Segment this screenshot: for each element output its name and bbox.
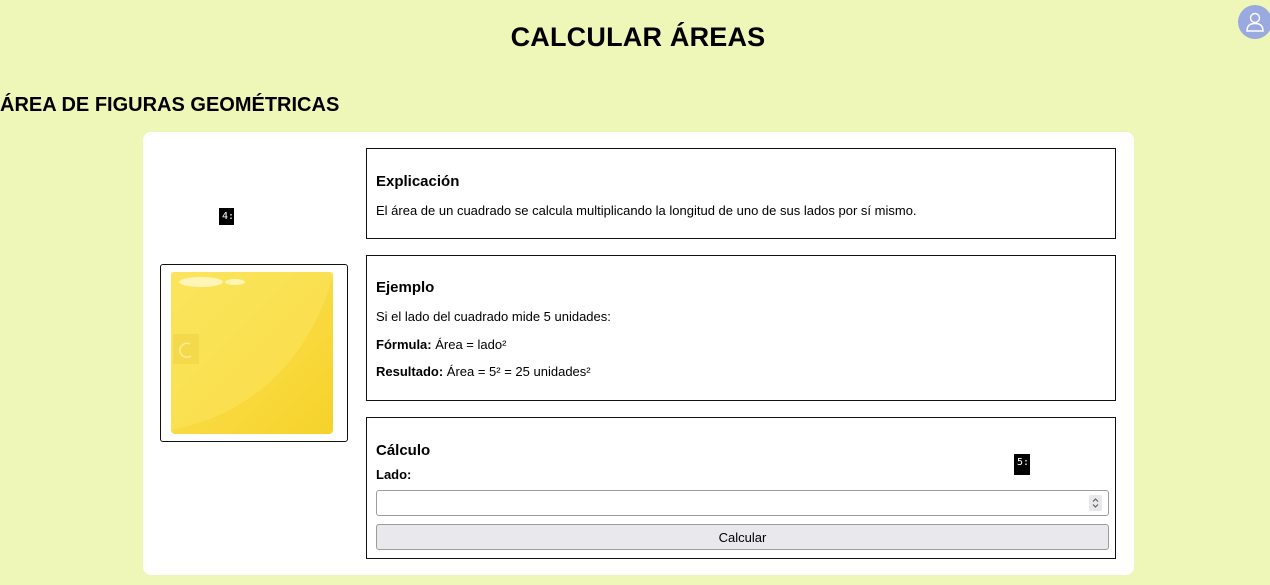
example-formula: Fórmula: Área = lado²	[376, 337, 506, 352]
example-result: Resultado: Área = 5² = 25 unidades²	[376, 364, 591, 379]
section-title: ÁREA DE FIGURAS GEOMÉTRICAS	[0, 94, 340, 116]
example-panel: Ejemplo Si el lado del cuadrado mide 5 u…	[366, 255, 1116, 401]
side-input[interactable]	[376, 490, 1109, 516]
calculation-title: Cálculo	[376, 442, 431, 459]
area-card: 4: Explicación El área de un cuadrado se…	[143, 132, 1134, 575]
calculation-panel: Cálculo Lado: Calcular	[366, 417, 1116, 559]
refresh-icon	[173, 334, 199, 364]
example-intro: Si el lado del cuadrado mide 5 unidades:	[376, 309, 611, 324]
chevron-up-down-icon	[1092, 498, 1099, 508]
formula-label: Fórmula:	[376, 337, 432, 352]
square-figure	[171, 272, 333, 434]
figure-frame[interactable]	[160, 264, 348, 442]
explanation-text: El área de un cuadrado se calcula multip…	[376, 203, 917, 218]
calculate-button[interactable]: Calcular	[376, 524, 1109, 550]
user-avatar[interactable]	[1238, 5, 1270, 39]
example-title: Ejemplo	[376, 279, 435, 296]
page: CALCULAR ÁREAS ÁREA DE FIGURAS GEOMÉTRIC…	[0, 0, 1270, 585]
explanation-title: Explicación	[376, 173, 460, 190]
formula-value: Área = lado²	[431, 337, 507, 352]
explanation-panel: Explicación El área de un cuadrado se ca…	[366, 148, 1116, 239]
user-icon	[1246, 12, 1264, 32]
result-label: Resultado:	[376, 364, 444, 379]
result-value: Área = 5² = 25 unidades²	[443, 364, 591, 379]
calculation-badge: 5:	[1014, 454, 1030, 475]
figure-badge: 4:	[219, 208, 234, 225]
page-title: CALCULAR ÁREAS	[510, 22, 766, 52]
side-label: Lado:	[376, 467, 412, 482]
number-spinner[interactable]	[1089, 495, 1102, 511]
